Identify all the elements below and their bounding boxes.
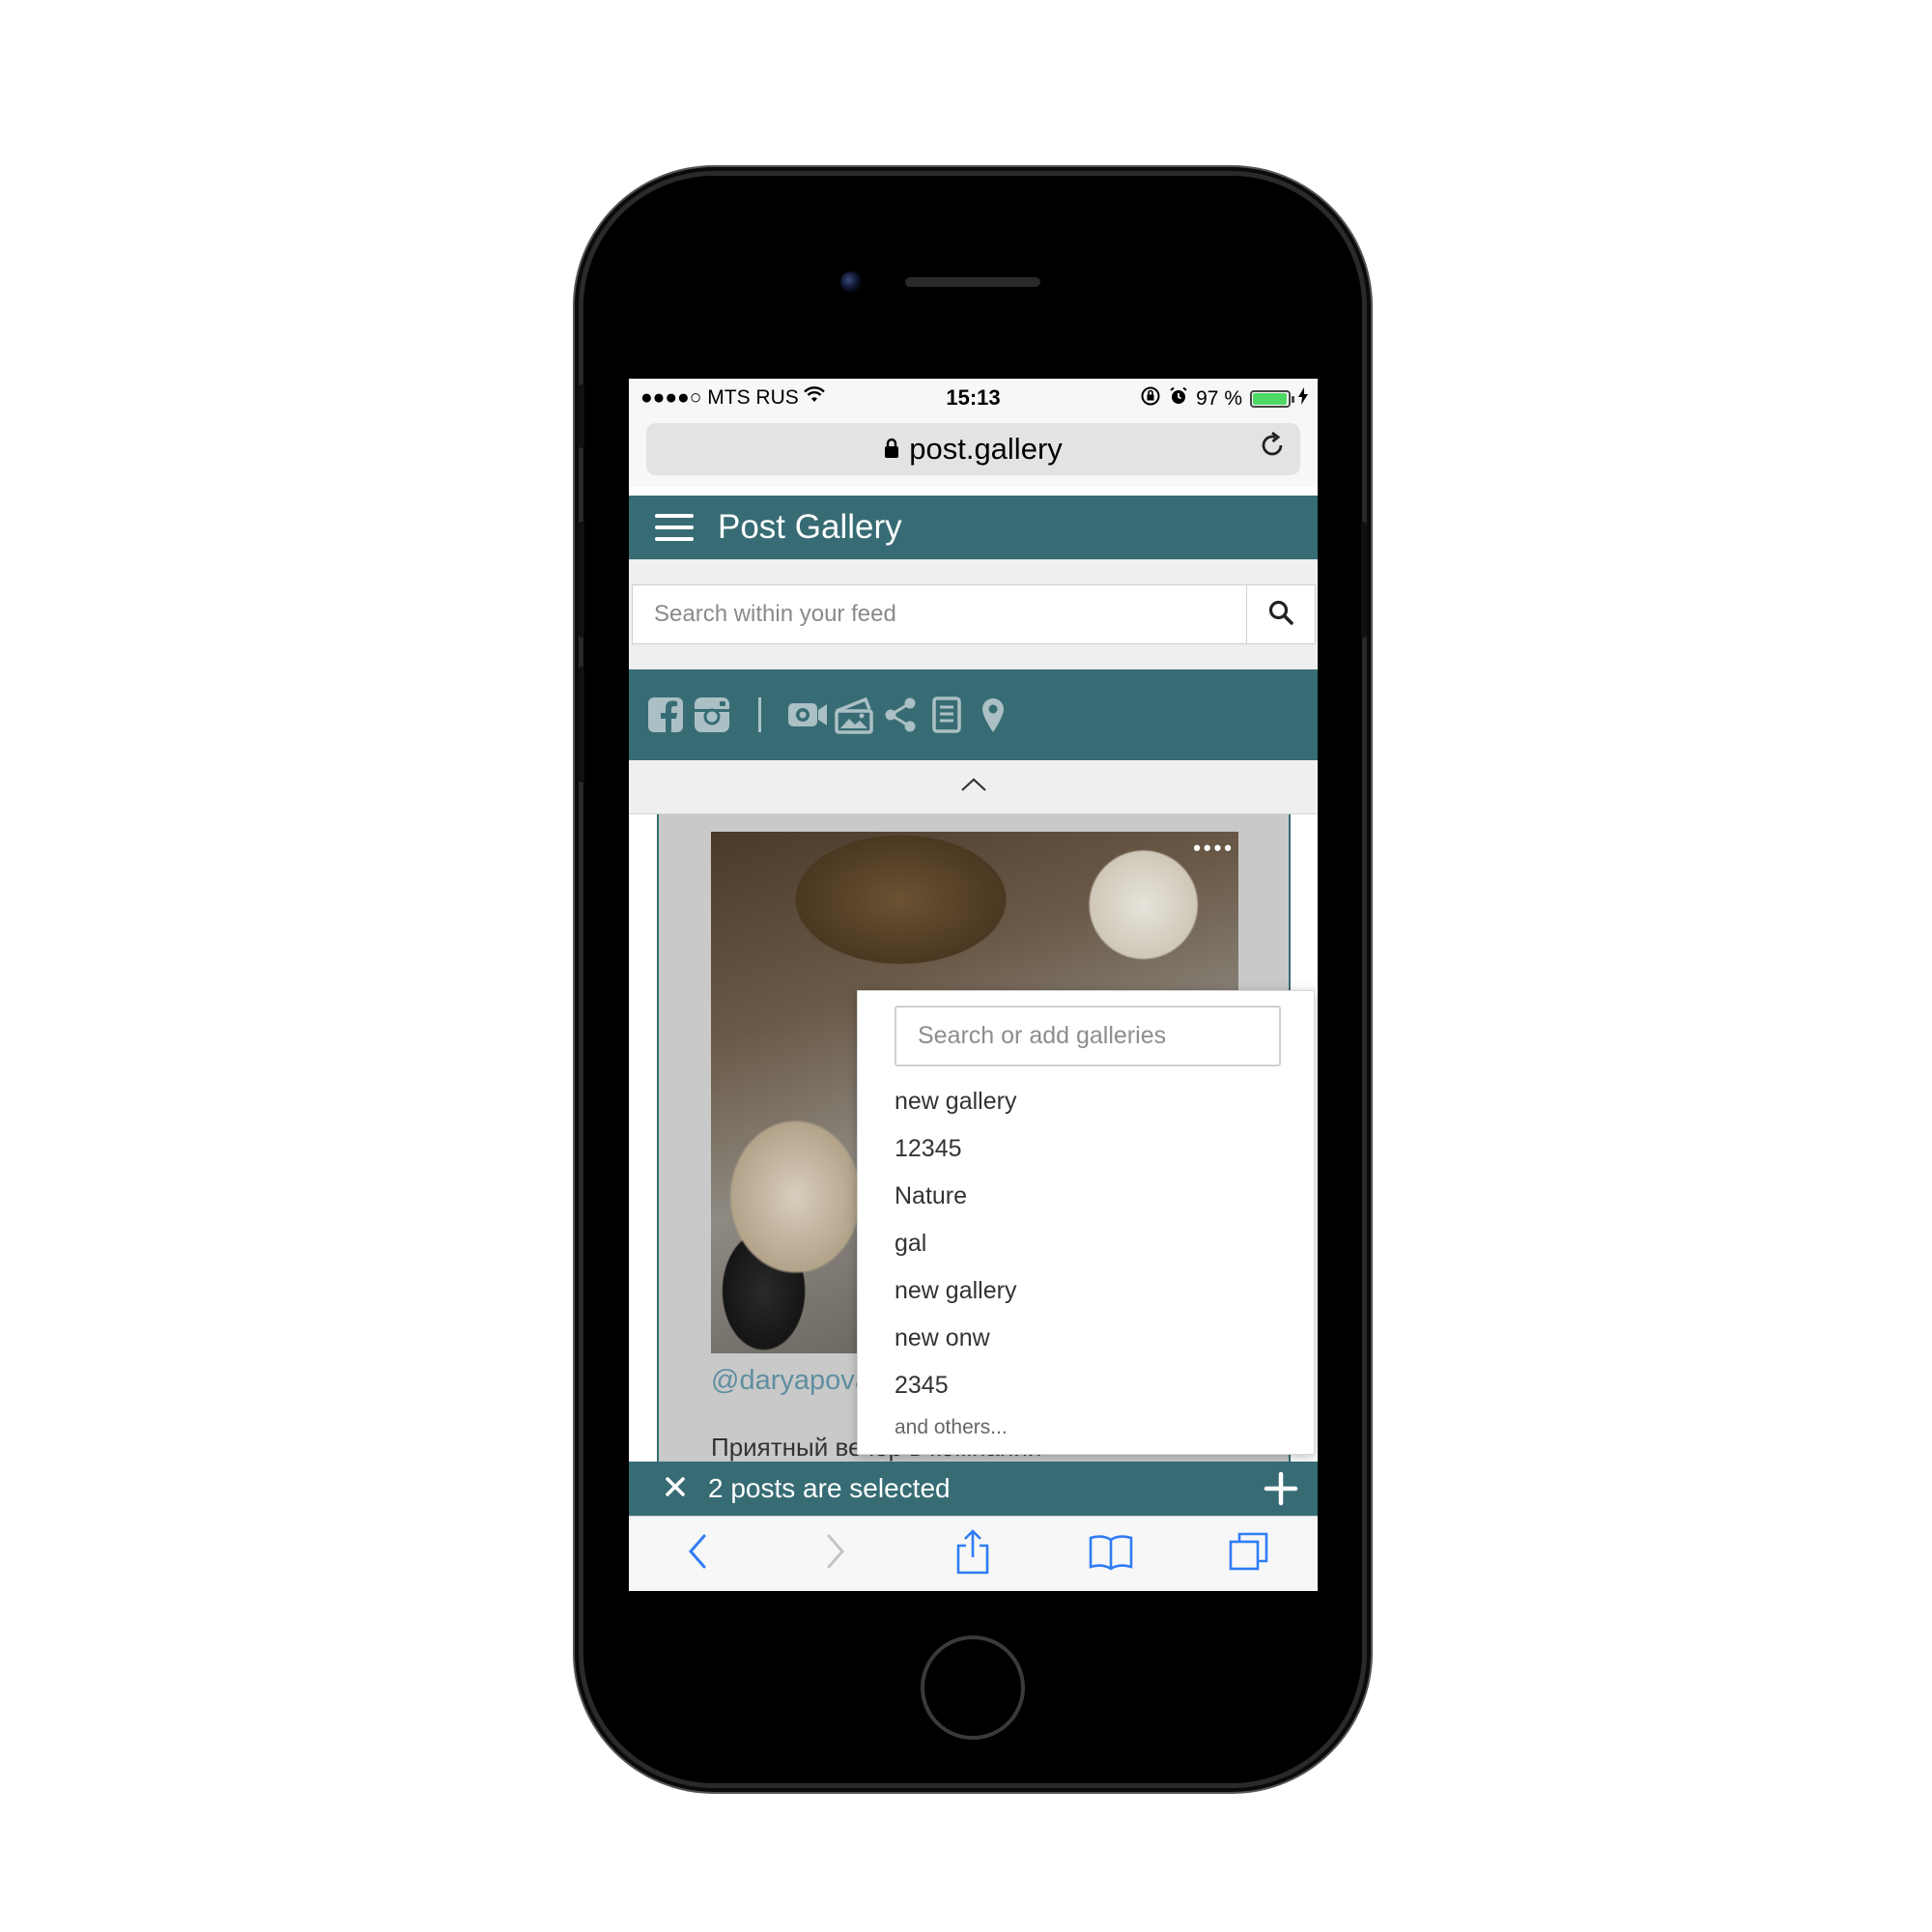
more-galleries-text: and others... — [895, 1416, 1008, 1438]
gallery-option[interactable]: gal — [895, 1220, 1016, 1267]
forward-button[interactable] — [807, 1525, 865, 1583]
browser-url-area: post.gallery — [629, 417, 1318, 487]
close-icon — [665, 1476, 686, 1502]
orientation-lock-icon — [1140, 385, 1161, 412]
post-author[interactable]: @daryapova — [711, 1365, 870, 1397]
clear-selection-button[interactable] — [662, 1475, 689, 1502]
battery-icon — [1250, 390, 1294, 408]
gallery-search-input[interactable] — [895, 1006, 1281, 1066]
facebook-icon[interactable] — [644, 694, 687, 736]
selection-count-text: 2 posts are selected — [708, 1473, 951, 1503]
status-bar: ●●●●○ MTS RUS 15:13 97 % — [629, 379, 1318, 417]
location-pin-icon[interactable] — [972, 694, 1014, 736]
address-bar[interactable]: post.gallery — [646, 423, 1300, 475]
volume-down-button — [579, 667, 584, 782]
filter-divider — [758, 697, 761, 732]
video-icon[interactable] — [786, 694, 829, 736]
selection-bar: 2 posts are selected — [629, 1462, 1318, 1516]
gallery-option[interactable]: 12345 — [895, 1125, 1016, 1173]
photo-album-icon[interactable] — [833, 694, 875, 736]
chevron-left-icon — [685, 1532, 710, 1576]
add-to-gallery-dropdown: new gallery 12345 Nature gal new gallery… — [857, 990, 1315, 1455]
book-icon — [1088, 1532, 1134, 1576]
gallery-list: new gallery 12345 Nature gal new gallery… — [895, 1078, 1016, 1409]
reload-icon[interactable] — [1258, 431, 1287, 468]
add-to-gallery-button[interactable] — [1262, 1469, 1300, 1508]
more-options-icon[interactable]: •••• — [1193, 836, 1235, 861]
browser-toolbar — [629, 1516, 1318, 1591]
share-sheet-icon — [955, 1528, 990, 1579]
collapse-filters-toggle[interactable] — [629, 760, 1318, 814]
search-button[interactable] — [1246, 584, 1316, 644]
app-header: Post Gallery — [629, 496, 1318, 559]
article-icon[interactable] — [925, 694, 968, 736]
phone-screen: ●●●●○ MTS RUS 15:13 97 % post.gallery Po… — [629, 379, 1318, 1591]
gallery-option[interactable]: Nature — [895, 1173, 1016, 1220]
tabs-button[interactable] — [1220, 1525, 1278, 1583]
gallery-option[interactable]: new gallery — [895, 1267, 1016, 1315]
battery-percent: 97 % — [1196, 387, 1242, 410]
share-button[interactable] — [944, 1525, 1002, 1583]
share-icon[interactable] — [879, 694, 922, 736]
search-area — [629, 559, 1318, 669]
mute-switch — [579, 384, 584, 448]
plus-icon — [1262, 1471, 1300, 1512]
gallery-option[interactable]: new onw — [895, 1315, 1016, 1362]
source-filter-bar — [629, 669, 1318, 760]
lock-icon — [884, 432, 899, 467]
front-camera — [840, 271, 862, 293]
earpiece-speaker — [905, 277, 1040, 287]
back-button[interactable] — [668, 1525, 726, 1583]
charging-icon — [1298, 387, 1308, 411]
instagram-icon[interactable] — [691, 694, 733, 736]
chevron-up-icon — [959, 776, 988, 798]
home-button[interactable] — [921, 1635, 1025, 1740]
tabs-icon — [1228, 1530, 1270, 1577]
power-button — [1361, 522, 1367, 638]
gallery-option[interactable]: new gallery — [895, 1078, 1016, 1125]
volume-up-button — [579, 522, 584, 638]
status-right: 97 % — [1140, 385, 1308, 412]
chevron-right-icon — [823, 1532, 848, 1576]
alarm-icon — [1169, 386, 1188, 412]
app-title: Post Gallery — [718, 508, 902, 546]
menu-icon[interactable] — [655, 514, 694, 541]
url-text: post.gallery — [909, 432, 1063, 466]
feed-search-input[interactable] — [632, 584, 1246, 644]
battery-level-fill — [1253, 393, 1287, 405]
search-icon — [1267, 599, 1294, 631]
bookmarks-button[interactable] — [1082, 1525, 1140, 1583]
gallery-option[interactable]: 2345 — [895, 1362, 1016, 1409]
